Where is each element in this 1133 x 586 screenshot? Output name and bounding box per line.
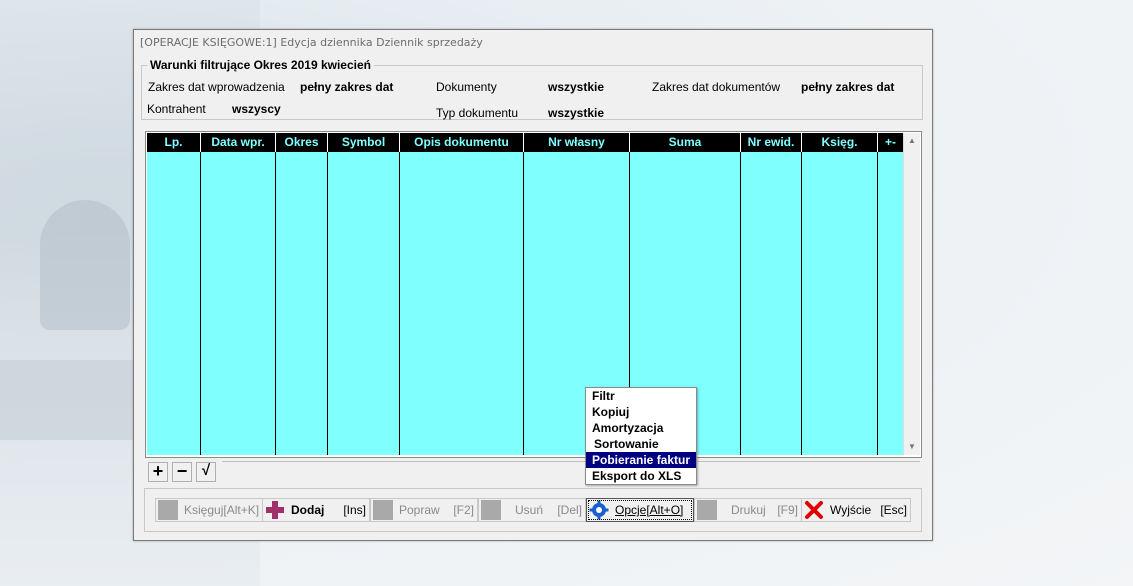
column-header-plus-minus[interactable]: +- <box>878 133 904 152</box>
journal-grid[interactable]: Lp. Data wpr. Okres Symbol dok. Opis dok… <box>145 131 922 458</box>
column-divider <box>801 152 802 455</box>
background-decoration <box>0 360 140 440</box>
date-range-docs-value[interactable]: pełny zakres dat <box>801 80 894 94</box>
delete-icon <box>481 500 501 520</box>
column-divider <box>200 152 201 455</box>
column-header-ksieg[interactable]: Księg. <box>802 133 878 152</box>
menu-item-eksport-xls[interactable]: Eksport do XLS <box>586 468 696 484</box>
plus-icon <box>265 500 285 520</box>
options-popup-menu: Filtr Kopiuj Amortyzacja Sortowanie Pobi… <box>585 387 697 485</box>
column-header-okres[interactable]: Okres <box>276 133 328 152</box>
background-decoration <box>40 200 130 330</box>
documents-value[interactable]: wszystkie <box>548 80 604 94</box>
wyjscie-shortcut: [Esc] <box>880 503 907 517</box>
grid-body[interactable]: Lp. Data wpr. Okres Symbol dok. Opis dok… <box>147 133 904 455</box>
ksieguj-shortcut: [Alt+K] <box>223 503 260 517</box>
close-icon <box>804 500 824 520</box>
ksieguj-button[interactable]: Księguj [Alt+K] <box>155 498 263 522</box>
remove-row-button[interactable]: − <box>172 462 192 482</box>
column-header-suma[interactable]: Suma <box>630 133 741 152</box>
vertical-scrollbar[interactable]: ▲ ▼ <box>903 133 920 455</box>
menu-item-kopiuj[interactable]: Kopiuj <box>586 404 696 420</box>
column-divider <box>399 152 400 455</box>
contractor-value[interactable]: wszyscy <box>232 102 281 116</box>
gear-icon <box>589 500 609 520</box>
opcje-button[interactable]: Opcje[Alt+O] <box>586 498 694 522</box>
scroll-down-icon[interactable]: ▼ <box>904 439 920 455</box>
divider <box>222 461 920 462</box>
column-header-opis-dokumentu[interactable]: Opis dokumentu <box>400 133 524 152</box>
column-header-nr-wlasny[interactable]: Nr własny <box>524 133 630 152</box>
popraw-shortcut: [F2] <box>453 503 474 517</box>
scroll-up-icon[interactable]: ▲ <box>904 133 920 149</box>
documents-label: Dokumenty <box>436 80 497 94</box>
document-type-label: Typ dokumentu <box>436 106 519 120</box>
column-header-symbol-dok[interactable]: Symbol dok. <box>328 133 400 152</box>
journal-edit-window: [OPERACJE KSIĘGOWE:1] Edycja dziennika D… <box>133 29 933 541</box>
column-header-lp[interactable]: Lp. <box>147 133 201 152</box>
date-range-docs-label: Zakres dat dokumentów <box>652 80 781 94</box>
date-range-entry-label: Zakres dat wprowadzenia <box>148 80 285 94</box>
popraw-button[interactable]: Popraw [F2] <box>370 498 478 522</box>
dodaj-shortcut: [Ins] <box>343 503 366 517</box>
add-row-button[interactable]: + <box>148 462 168 482</box>
column-divider <box>877 152 878 455</box>
accept-button[interactable]: √ <box>196 462 216 482</box>
drukuj-shortcut: [F9] <box>777 503 798 517</box>
menu-item-filtr[interactable]: Filtr <box>586 388 696 404</box>
wyjscie-button[interactable]: Wyjście [Esc] <box>801 498 911 522</box>
column-divider <box>523 152 524 455</box>
column-divider <box>740 152 741 455</box>
date-range-entry-value[interactable]: pełny zakres dat <box>300 80 393 94</box>
dodaj-button[interactable]: Dodaj [Ins] <box>262 498 370 522</box>
usun-shortcut: [Del] <box>557 503 582 517</box>
usun-label: Usuń <box>515 503 544 517</box>
window-title: [OPERACJE KSIĘGOWE:1] Edycja dziennika D… <box>140 36 483 49</box>
dodaj-label: Dodaj <box>291 503 325 517</box>
filter-legend: Warunki filtrujące Okres 2019 kwiecień <box>150 58 371 72</box>
column-header-data-wpr[interactable]: Data wpr. <box>201 133 276 152</box>
usun-button[interactable]: Usuń [Del] <box>478 498 586 522</box>
menu-item-pobieranie-faktur[interactable]: Pobieranie faktur <box>586 452 696 468</box>
contractor-label: Kontrahent <box>147 102 206 116</box>
post-icon <box>158 500 178 520</box>
popraw-label: Popraw <box>399 503 440 517</box>
menu-item-amortyzacja[interactable]: Amortyzacja <box>586 420 696 436</box>
ksieguj-label: Księguj <box>184 503 224 517</box>
column-divider <box>275 152 276 455</box>
column-header-nr-ewid[interactable]: Nr ewid. <box>741 133 802 152</box>
wyjscie-label: Wyjście <box>830 503 872 517</box>
drukuj-label: Drukuj <box>731 503 766 517</box>
print-icon <box>697 500 717 520</box>
drukuj-button[interactable]: Drukuj [F9] <box>694 498 802 522</box>
document-type-value[interactable]: wszystkie <box>548 106 604 120</box>
edit-icon <box>373 500 393 520</box>
menu-item-sortowanie[interactable]: Sortowanie <box>586 436 696 452</box>
opcje-label: Opcje[Alt+O] <box>615 503 684 517</box>
column-divider <box>327 152 328 455</box>
action-button-bar: Księguj [Alt+K] Dodaj [Ins] Popraw [F2] … <box>144 488 922 532</box>
